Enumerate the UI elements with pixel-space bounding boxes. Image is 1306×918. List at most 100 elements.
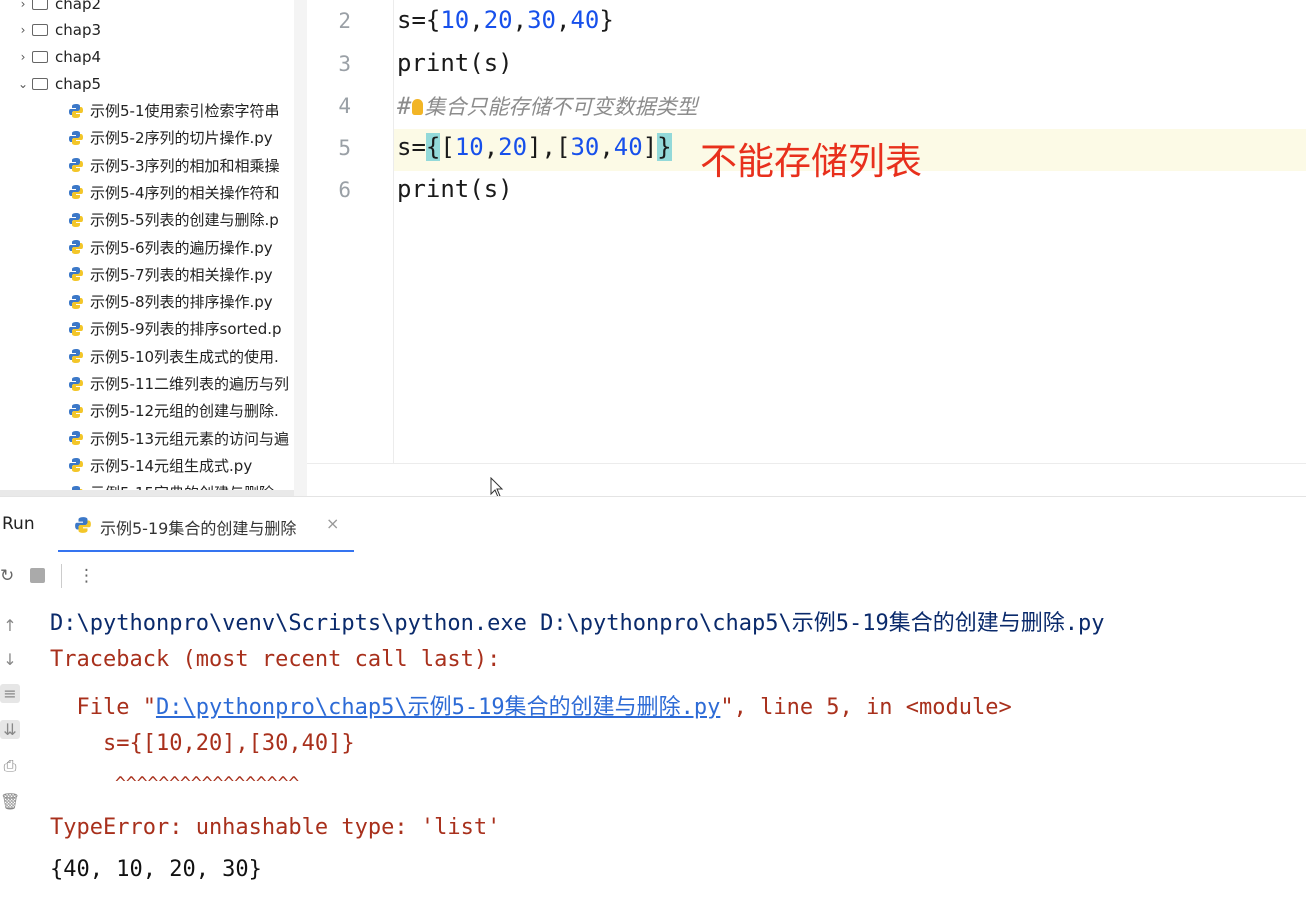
console-error-line: TypeError: unhashable type: 'list' — [50, 815, 501, 840]
folder-label: chap5 — [55, 74, 102, 93]
python-file-icon — [69, 158, 83, 173]
code-line-2[interactable]: s={10,20,30,40} — [397, 6, 614, 34]
number-literal: 30 — [570, 133, 600, 161]
line-number: 4 — [338, 94, 351, 118]
code-token: } — [599, 6, 614, 34]
python-file-icon — [69, 130, 83, 145]
tree-file-item[interactable]: 示例5-13元组元素的访问与遍 — [68, 425, 289, 452]
line-number: 2 — [338, 9, 351, 33]
arrow-up-icon[interactable]: ↑ — [0, 616, 20, 635]
code-token: ],[ — [527, 133, 571, 161]
console-command-line: D:\pythonpro\venv\Scripts\python.exe D:\… — [50, 611, 1105, 636]
file-label: 示例5-13元组元素的访问与遍 — [90, 429, 290, 448]
file-label: 示例5-6列表的遍历操作.py — [90, 238, 273, 257]
file-label: 示例5-8列表的排序操作.py — [90, 293, 273, 312]
more-options-icon[interactable]: ⋮ — [78, 566, 95, 586]
code-token: s= — [397, 133, 426, 161]
code-line-4[interactable]: # 集合只能存储不可变数据类型 — [397, 91, 697, 121]
tree-file-item[interactable]: 示例5-9列表的排序sorted.p — [68, 315, 282, 342]
sidebar-scrollbar[interactable] — [294, 0, 307, 496]
soft-wrap-icon[interactable]: ≡ — [0, 684, 20, 703]
tree-folder-chap3[interactable]: › chap3 — [14, 16, 101, 43]
close-icon[interactable]: × — [326, 514, 339, 533]
chevron-right-icon[interactable]: › — [14, 0, 32, 11]
console-code-line: s={[10,20],[30,40]} — [50, 731, 355, 756]
python-file-icon — [69, 458, 83, 473]
run-tab-title: 示例5-19集合的创建与删除 — [100, 519, 297, 538]
folder-label: chap4 — [55, 47, 102, 66]
code-line-5[interactable]: s={[10,20],[30,40]} — [397, 133, 672, 161]
arrow-down-icon[interactable]: ↓ — [0, 650, 20, 669]
folder-icon — [32, 77, 48, 90]
file-label: 示例5-7列表的相关操作.py — [90, 265, 273, 284]
folder-label: chap2 — [55, 0, 102, 13]
tree-file-item[interactable]: 示例5-7列表的相关操作.py — [68, 261, 273, 288]
lightbulb-icon[interactable] — [412, 99, 424, 115]
number-literal: 10 — [454, 133, 484, 161]
file-label: 示例5-4序列的相关操作符和 — [90, 183, 280, 202]
trash-icon[interactable]: 🗑 — [0, 792, 20, 811]
tree-folder-chap2[interactable]: › chap2 — [14, 0, 101, 17]
rerun-icon[interactable]: ↻ — [0, 566, 14, 586]
tree-file-item[interactable]: 示例5-12元组的创建与删除. — [68, 397, 279, 424]
console-output[interactable]: D:\pythonpro\venv\Scripts\python.exe D:\… — [50, 605, 1104, 882]
print-icon[interactable]: ⎙ — [0, 756, 20, 776]
run-tool-window-header: Run 示例5-19集合的创建与删除 × — [0, 496, 1306, 553]
code-line-3[interactable]: print(s) — [397, 49, 513, 77]
folder-icon — [32, 50, 48, 63]
tree-file-item[interactable]: 示例5-14元组生成式.py — [68, 452, 252, 479]
tree-file-item[interactable]: 示例5-5列表的创建与删除.p — [68, 206, 279, 233]
file-label: 示例5-10列表生成式的使用. — [90, 347, 279, 366]
number-literal: 20 — [483, 6, 513, 34]
file-label: 示例5-12元组的创建与删除. — [90, 402, 279, 421]
python-file-icon — [69, 431, 83, 446]
line-number: 3 — [338, 52, 351, 76]
run-label: Run — [2, 514, 35, 534]
console-file-line: File "D:\pythonpro\chap5\示例5-19集合的创建与删除.… — [50, 689, 1012, 721]
comment-hash: # — [397, 92, 412, 120]
run-tab[interactable]: 示例5-19集合的创建与删除 × — [58, 497, 354, 553]
red-annotation: 不能存储列表 — [700, 140, 922, 183]
file-label: 示例5-9列表的排序sorted.p — [90, 320, 282, 339]
line-number: 5 — [338, 136, 351, 160]
tree-file-item[interactable]: 示例5-6列表的遍历操作.py — [68, 234, 273, 261]
console-traceback-header: Traceback (most recent call last): — [50, 647, 501, 672]
chevron-down-icon[interactable]: ⌄ — [14, 77, 32, 91]
toolbar-separator — [61, 564, 62, 588]
folder-icon — [32, 23, 48, 36]
file-label: 示例5-1使用索引检索字符串 — [90, 102, 280, 120]
python-file-icon — [69, 376, 83, 391]
project-tree: › chap2 › chap3 › chap4 ⌄ chap5 示例5-1使用索… — [0, 0, 307, 496]
run-toolbar: ↻ ⋮ — [0, 552, 1306, 598]
tree-folder-chap5[interactable]: ⌄ chap5 — [14, 70, 101, 97]
line-number: 6 — [338, 178, 351, 202]
number-literal: 10 — [440, 6, 470, 34]
code-token: s={ — [397, 6, 441, 34]
tree-file-item[interactable]: 示例5-10列表生成式的使用. — [68, 343, 279, 370]
code-editor[interactable]: 2 3 4 5 6 s={10,20,30,40} print(s) # 集合只能… — [307, 0, 1306, 463]
python-file-icon — [69, 240, 83, 254]
code-comment: 集合只能存储不可变数据类型 — [424, 95, 698, 119]
folder-label: chap3 — [55, 20, 102, 39]
tree-file-item[interactable]: 示例5-2序列的切片操作.py — [68, 124, 273, 151]
tree-file-item[interactable]: 示例5-3序列的相加和相乘操 — [68, 152, 280, 179]
matched-brace: { — [425, 133, 441, 161]
console-program-output: {40, 10, 20, 30} — [50, 857, 262, 882]
line-gutter: 2 3 4 5 6 — [307, 0, 394, 463]
file-path-link[interactable]: D:\pythonpro\chap5\示例5-19集合的创建与删除.py — [156, 695, 720, 720]
scroll-to-end-icon[interactable]: ⇊ — [0, 720, 20, 739]
tree-file-item[interactable]: 示例5-8列表的排序操作.py — [68, 288, 273, 315]
code-line-6[interactable]: print(s) — [397, 175, 513, 203]
tree-file-item[interactable]: 示例5-1使用索引检索字符串 — [68, 97, 280, 124]
chevron-right-icon[interactable]: › — [14, 50, 32, 64]
code-token: ] — [642, 133, 658, 161]
file-label: 示例5-11二维列表的遍历与列 — [90, 375, 290, 393]
tree-file-item[interactable]: 示例5-11二维列表的遍历与列 — [68, 370, 289, 397]
python-file-icon — [69, 294, 83, 309]
console-text: ", line 5, in <module> — [720, 695, 1012, 720]
chevron-right-icon[interactable]: › — [14, 23, 32, 37]
python-file-icon — [69, 185, 83, 200]
tree-folder-chap4[interactable]: › chap4 — [14, 43, 101, 70]
tree-file-item[interactable]: 示例5-4序列的相关操作符和 — [68, 179, 280, 206]
stop-icon[interactable] — [30, 568, 45, 583]
